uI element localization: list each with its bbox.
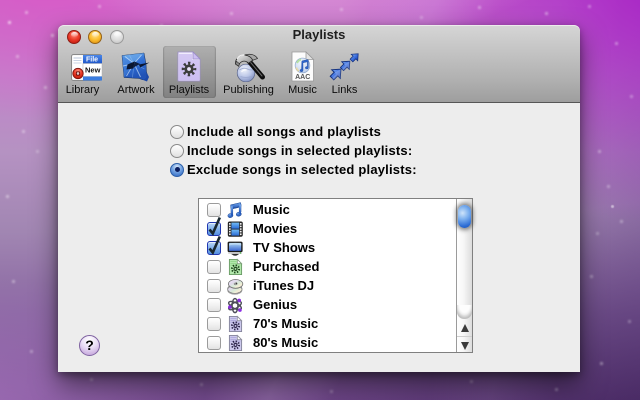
svg-text:File: File (85, 57, 97, 64)
svg-text:New: New (85, 66, 101, 75)
svg-text:AAC: AAC (295, 74, 310, 81)
